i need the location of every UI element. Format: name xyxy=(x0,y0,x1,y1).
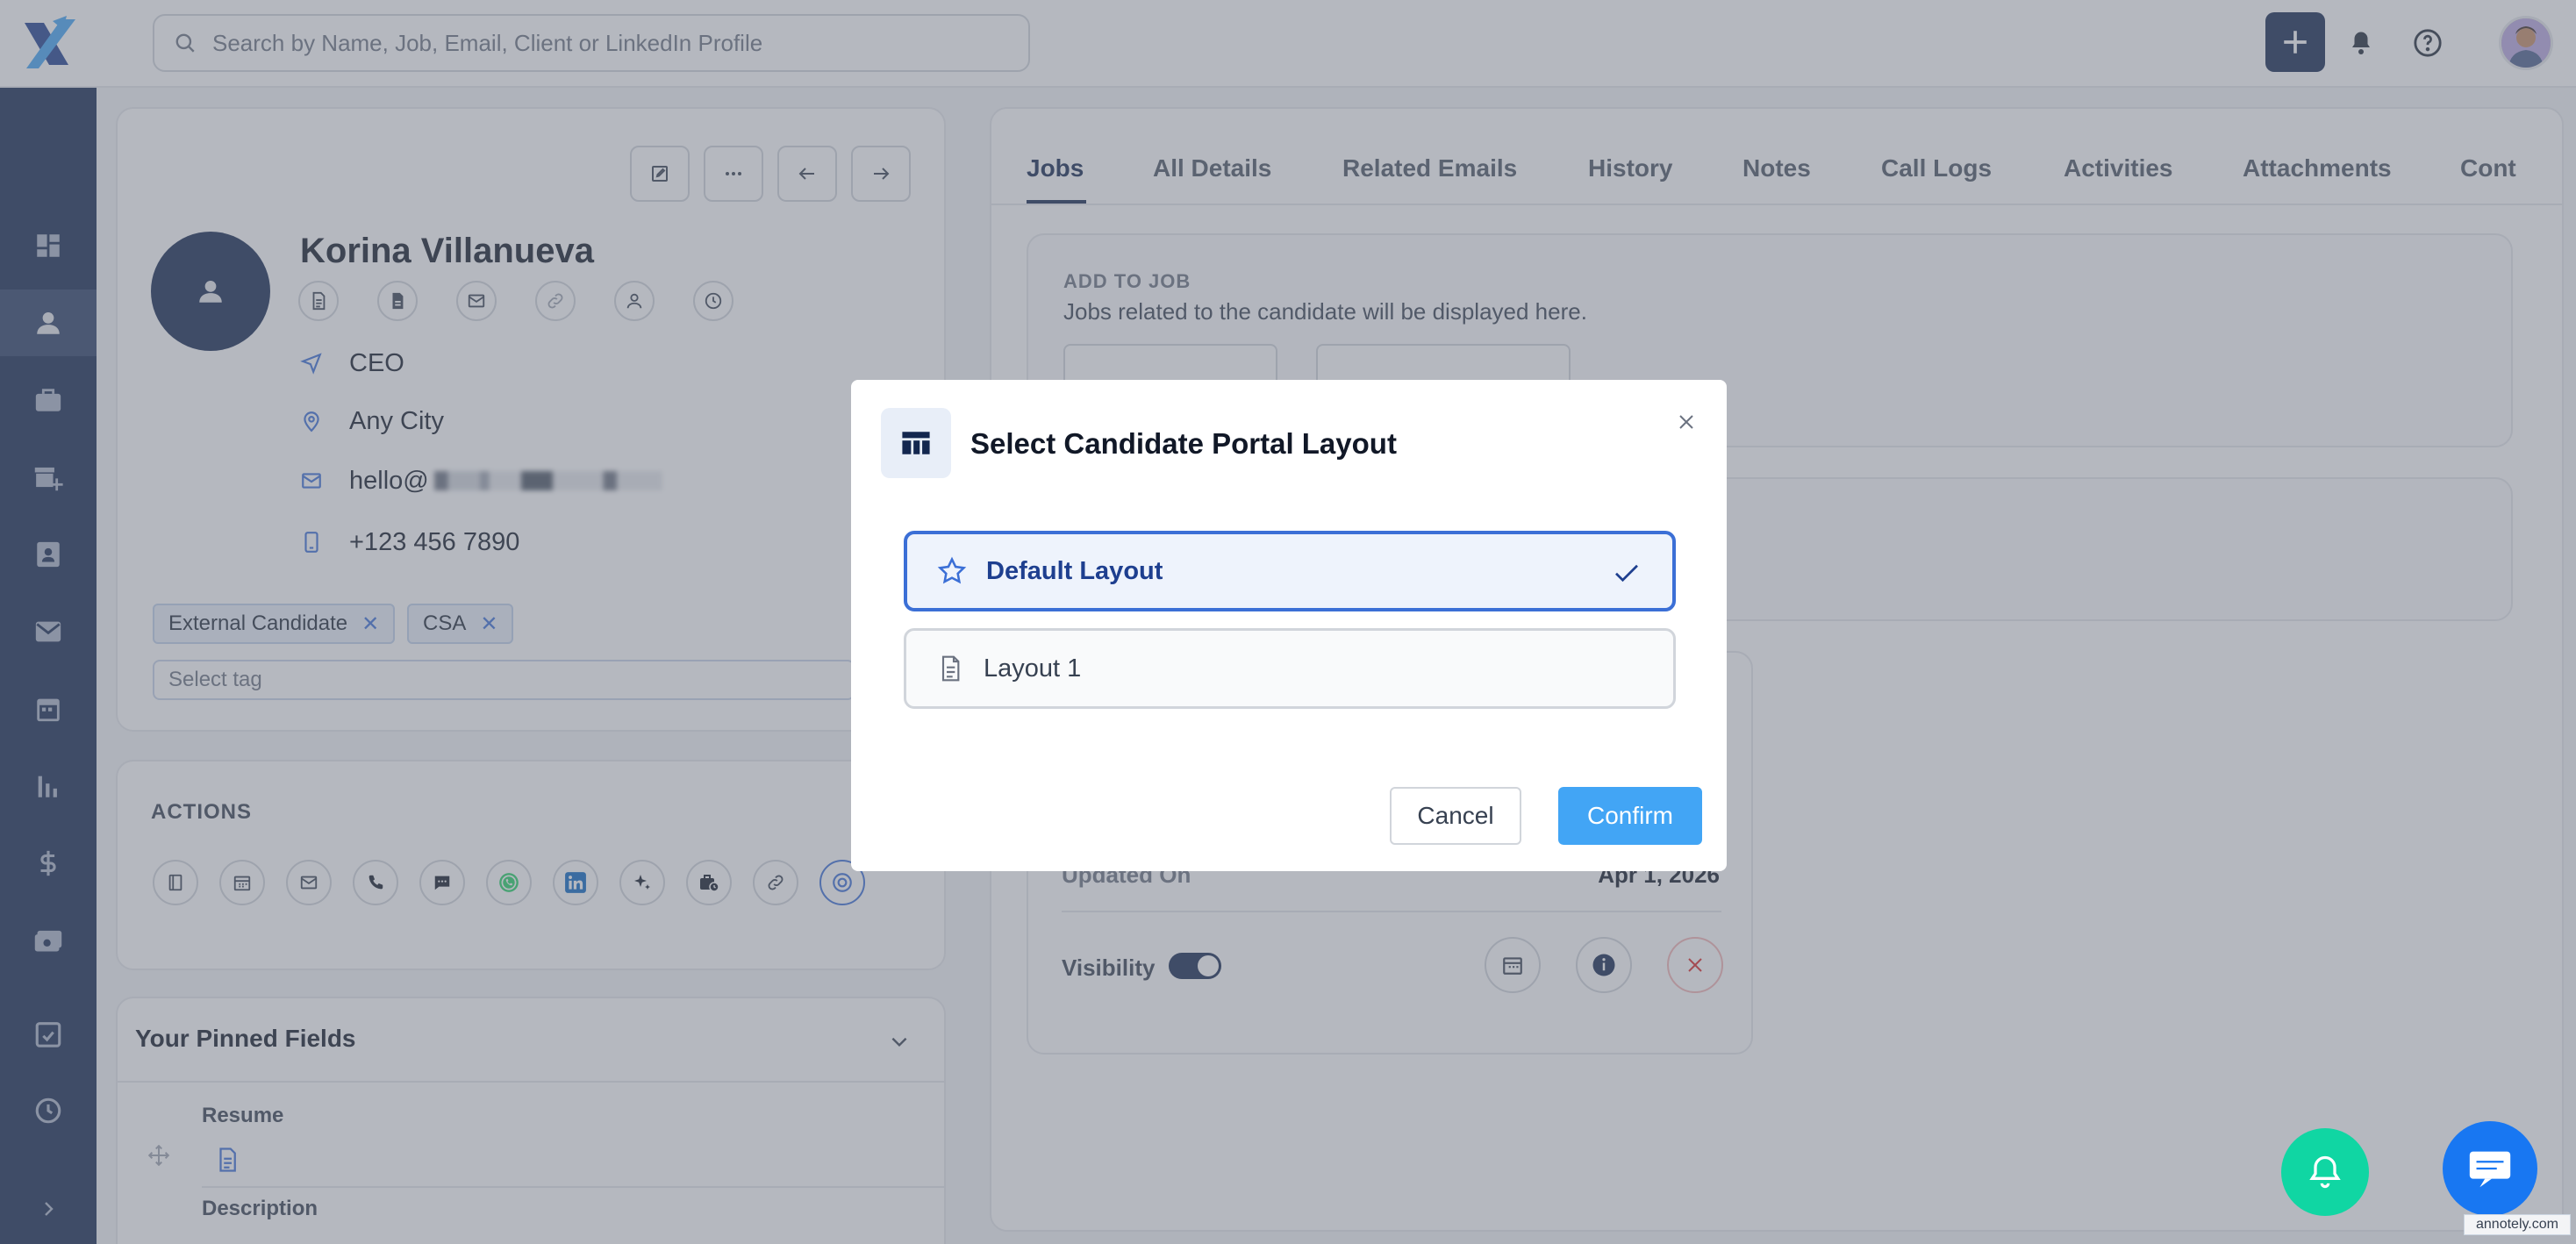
watermark: annotely.com xyxy=(2464,1214,2571,1235)
checkmark-icon xyxy=(1611,557,1642,589)
document-icon xyxy=(936,654,964,683)
layout-option-label: Default Layout xyxy=(986,556,1163,585)
layout-option-default[interactable]: Default Layout xyxy=(904,531,1676,611)
close-icon xyxy=(1676,411,1697,433)
layout-option-label: Layout 1 xyxy=(984,654,1082,683)
select-layout-modal: Select Candidate Portal Layout Default L… xyxy=(851,380,1727,871)
star-icon xyxy=(937,556,967,586)
chat-fab[interactable] xyxy=(2443,1121,2537,1216)
layout-option-1[interactable]: Layout 1 xyxy=(904,628,1676,709)
chat-bubble-icon xyxy=(2465,1146,2515,1191)
bell-icon xyxy=(2306,1153,2344,1191)
confirm-button[interactable]: Confirm xyxy=(1558,787,1702,845)
layout-icon xyxy=(881,408,951,478)
modal-title: Select Candidate Portal Layout xyxy=(970,427,1397,460)
close-modal-button[interactable] xyxy=(1669,404,1704,440)
cancel-button[interactable]: Cancel xyxy=(1390,787,1521,845)
notifications-fab[interactable] xyxy=(2281,1128,2369,1216)
